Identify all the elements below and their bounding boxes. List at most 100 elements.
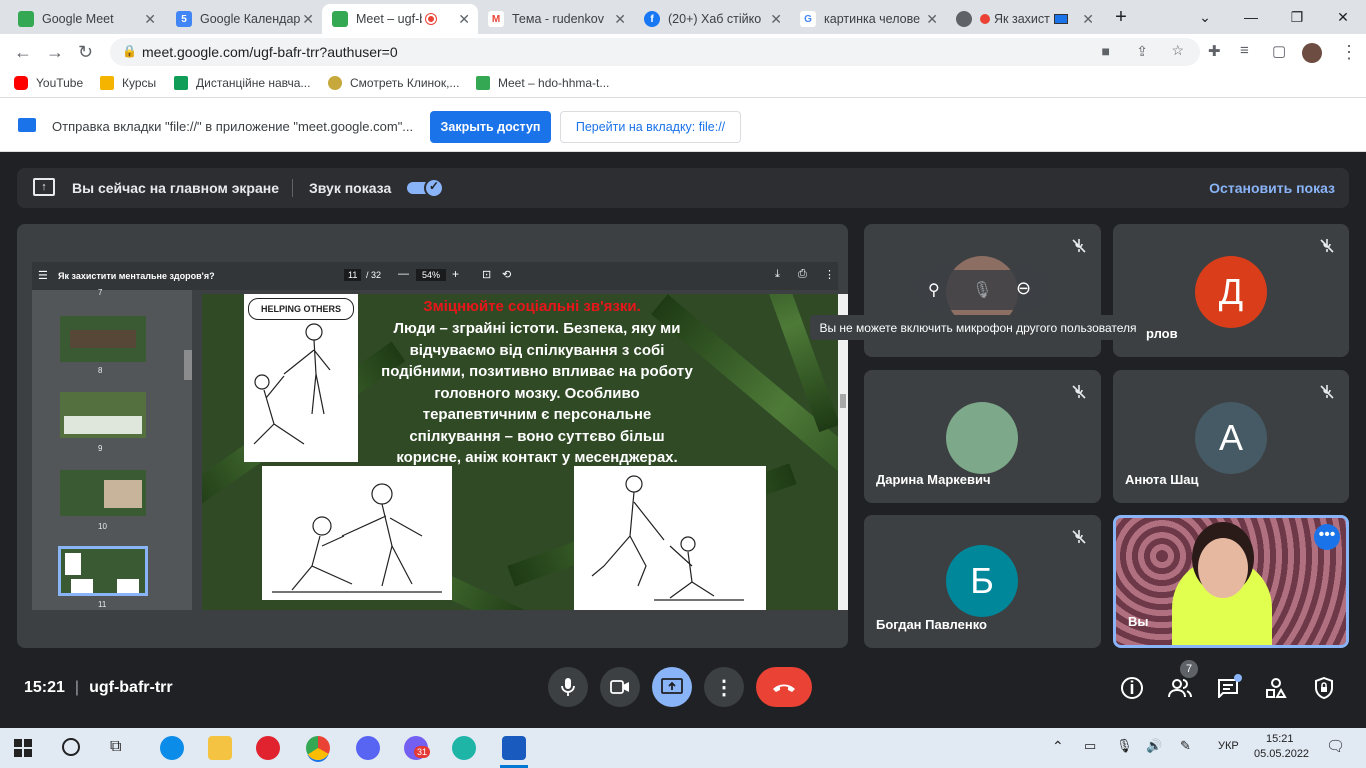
- rotate-icon[interactable]: ⟲: [502, 268, 511, 281]
- close-icon[interactable]: ✕: [458, 11, 470, 28]
- close-icon[interactable]: ✕: [926, 11, 938, 28]
- leave-call-button[interactable]: [756, 667, 812, 707]
- more-options-icon[interactable]: •••: [1314, 524, 1340, 550]
- participant-tile-5[interactable]: Б Богдан Павленко: [864, 515, 1101, 648]
- thumbnail-9[interactable]: [60, 392, 146, 438]
- pen-icon[interactable]: ✎: [1180, 738, 1191, 754]
- stop-presenting-button[interactable]: Остановить показ: [1209, 180, 1335, 196]
- back-icon[interactable]: ←: [14, 42, 32, 63]
- download-icon[interactable]: ⤓: [775, 268, 780, 281]
- word-icon[interactable]: [502, 736, 526, 760]
- microphone-button[interactable]: [548, 667, 588, 707]
- camera-button[interactable]: [600, 667, 640, 707]
- bookmark-meet[interactable]: Meet – hdo-hhma-t...: [476, 76, 609, 90]
- forward-icon[interactable]: →: [46, 42, 64, 63]
- page-scrollbar[interactable]: [838, 294, 848, 610]
- menu-icon[interactable]: ☰: [38, 269, 48, 282]
- sound-toggle[interactable]: ✓: [407, 178, 445, 198]
- camera-icon[interactable]: ■: [1102, 43, 1110, 59]
- print-icon[interactable]: ⎙: [798, 268, 807, 281]
- close-icon[interactable]: ✕: [144, 11, 156, 28]
- page-input[interactable]: 11: [344, 269, 362, 281]
- edge-icon[interactable]: [160, 736, 184, 760]
- chat-button[interactable]: [1214, 674, 1242, 702]
- switch-to-tab-button[interactable]: Перейти на вкладку: file://: [560, 111, 741, 143]
- notification-icon[interactable]: 🗨: [1326, 737, 1345, 755]
- star-icon[interactable]: ☆: [1171, 42, 1184, 59]
- maximize-button[interactable]: ❐: [1274, 0, 1320, 34]
- new-tab-button[interactable]: +: [1098, 0, 1144, 34]
- participant-tile-4[interactable]: А Анюта Шац: [1113, 370, 1349, 503]
- minimize-button[interactable]: —: [1228, 0, 1274, 34]
- participant-avatar: Б: [946, 545, 1018, 617]
- present-now-button[interactable]: [652, 667, 692, 707]
- pin-icon[interactable]: ⚲: [928, 280, 940, 300]
- zoom-input[interactable]: 54%: [416, 269, 447, 281]
- zoom-in-icon[interactable]: +: [452, 267, 459, 281]
- discord-icon[interactable]: [356, 736, 380, 760]
- search-icon[interactable]: [62, 738, 80, 756]
- reload-icon[interactable]: ↻: [78, 42, 93, 63]
- task-view-icon[interactable]: ⧉: [110, 738, 121, 756]
- tab-google-calendar[interactable]: 5 Google Календар ✕: [166, 4, 322, 34]
- volume-icon[interactable]: 🔊: [1146, 738, 1162, 754]
- media-icon[interactable]: ≡: [1240, 42, 1249, 59]
- viber-badge: 31: [414, 746, 431, 758]
- courses-icon: [100, 76, 114, 90]
- tab-facebook[interactable]: f (20+) Хаб стійко ✕: [634, 4, 790, 34]
- bookmark-klinok[interactable]: Смотреть Клинок,...: [328, 76, 459, 90]
- sidebar-scrollbar[interactable]: [184, 350, 192, 380]
- address-bar[interactable]: 🔒 meet.google.com/ugf-bafr-trr?authuser=…: [110, 38, 1200, 66]
- tile-hover-controls: ⚲ 🎙 ⊖: [916, 270, 1050, 310]
- extensions-icon[interactable]: ✚: [1208, 42, 1221, 60]
- menu-icon[interactable]: ⋮: [1340, 42, 1358, 63]
- more-icon[interactable]: ⋮: [824, 268, 835, 281]
- people-button[interactable]: 7: [1166, 660, 1198, 702]
- share-icon[interactable]: ⇪: [1136, 43, 1148, 60]
- stop-sharing-button[interactable]: Закрыть доступ: [430, 111, 551, 143]
- meeting-details-button[interactable]: i: [1118, 674, 1146, 702]
- file-explorer-icon[interactable]: [208, 736, 232, 760]
- participant-tile-2[interactable]: Д а Орлов: [1113, 224, 1349, 357]
- host-controls-button[interactable]: [1310, 674, 1338, 702]
- close-icon[interactable]: ✕: [302, 11, 314, 28]
- mic-off-icon: [1320, 385, 1334, 399]
- thumbnail-8[interactable]: [60, 316, 146, 362]
- viber-icon[interactable]: 31: [404, 736, 431, 760]
- bookmark-courses[interactable]: Курсы: [100, 76, 156, 90]
- tab-gmail[interactable]: M Тема - rudenkov ✕: [478, 4, 634, 34]
- language-indicator[interactable]: УКР: [1218, 740, 1239, 752]
- bookmark-youtube[interactable]: YouTube: [14, 76, 83, 90]
- windows-start-icon[interactable]: [14, 739, 32, 757]
- profile-avatar[interactable]: [1302, 43, 1322, 63]
- self-tile[interactable]: ••• Вы: [1113, 515, 1349, 648]
- taskbar-time: 15:21: [1266, 733, 1294, 745]
- helping-sketch-2: [574, 466, 766, 610]
- close-window-button[interactable]: ✕: [1320, 0, 1366, 34]
- opera-icon[interactable]: [256, 736, 280, 760]
- more-options-button[interactable]: ⋮: [704, 667, 744, 707]
- tray-chevron-icon[interactable]: ⌃: [1052, 738, 1064, 755]
- activities-button[interactable]: [1262, 674, 1290, 702]
- remove-icon[interactable]: ⊖: [1016, 278, 1031, 299]
- tab-google-search[interactable]: G картинка челове ✕: [790, 4, 946, 34]
- thumbnail-10[interactable]: [60, 470, 146, 516]
- close-icon[interactable]: ✕: [770, 11, 782, 28]
- mic-tray-icon[interactable]: 🎙: [1116, 738, 1133, 754]
- zoom-out-icon[interactable]: —: [398, 268, 409, 280]
- tab-meet-active[interactable]: Meet – ugf-b ✕: [322, 4, 478, 34]
- close-icon[interactable]: ✕: [614, 11, 626, 28]
- battery-icon[interactable]: ▭: [1084, 738, 1096, 754]
- chrome-icon[interactable]: [306, 736, 330, 760]
- tab-file[interactable]: Як захист ✕: [946, 4, 1102, 34]
- fit-page-icon[interactable]: ⊡: [482, 268, 491, 281]
- participant-tile-3[interactable]: Дарина Маркевич: [864, 370, 1101, 503]
- google-icon: G: [800, 11, 816, 27]
- sidepanel-icon[interactable]: ▢: [1272, 42, 1286, 60]
- tab-google-meet[interactable]: Google Meet ✕: [8, 4, 164, 34]
- c-app-icon[interactable]: [452, 736, 476, 760]
- thumbnail-11-selected[interactable]: [58, 546, 148, 596]
- bookmark-distance[interactable]: Дистанційне навча...: [174, 76, 310, 90]
- close-icon[interactable]: ✕: [1082, 11, 1094, 28]
- tab-search-button[interactable]: ⌄: [1182, 0, 1228, 34]
